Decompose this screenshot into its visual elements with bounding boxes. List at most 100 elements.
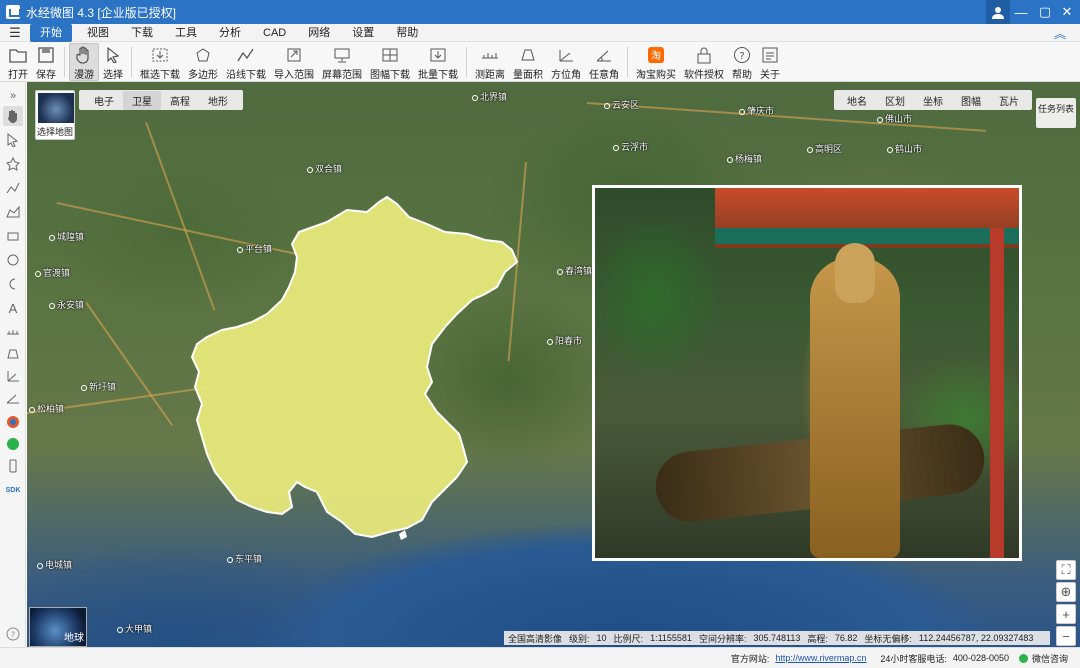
map-view[interactable]: 云安区 肇庆市 云浮市 佛山市 城隍镇 官渡镇 永安镇 新圩镇 松柏镇 阳春市 … [27, 82, 1080, 647]
overlay-tab-sheets[interactable]: 图幅 [952, 91, 990, 110]
phone-app-icon[interactable] [3, 456, 23, 476]
place-label[interactable]: 高明区 [807, 142, 842, 155]
menu-download[interactable]: 下载 [120, 24, 164, 42]
batch-download-button[interactable]: 批量下载 [414, 43, 462, 81]
menu-start[interactable]: 开始 [30, 23, 72, 42]
place-label[interactable]: 北界镇 [472, 90, 507, 103]
locate-icon[interactable]: ⊕ [1056, 582, 1076, 602]
zoom-in-button[interactable]: + [1056, 604, 1076, 624]
place-label[interactable]: 电城镇 [37, 558, 72, 571]
line-download-button[interactable]: 沿线下载 [222, 43, 270, 81]
layer-tab-satellite[interactable]: 卫星 [123, 90, 161, 110]
menu-help[interactable]: 帮助 [385, 24, 429, 42]
any-angle-button[interactable]: 任意角 [585, 43, 623, 81]
about-button[interactable]: 关于 [756, 43, 784, 81]
level-value: 10 [596, 633, 607, 643]
menu-tools[interactable]: 工具 [164, 24, 208, 42]
place-label[interactable]: 杨梅镇 [727, 152, 762, 165]
place-label[interactable]: 肇庆市 [739, 104, 774, 117]
measure-area-side-icon[interactable] [3, 344, 23, 364]
angle-side-icon[interactable] [3, 388, 23, 408]
measure-area-button[interactable]: 量面积 [509, 43, 547, 81]
fullscreen-icon[interactable]: ⛶ [1056, 560, 1076, 580]
import-icon [284, 45, 304, 64]
place-label[interactable]: 云安区 [604, 98, 639, 111]
star-marker-icon[interactable] [3, 154, 23, 174]
box-download-icon [150, 45, 170, 64]
place-label[interactable]: 松柏镇 [29, 402, 64, 415]
hamburger-menu-icon[interactable]: ☰ [0, 25, 30, 41]
menu-view[interactable]: 视图 [76, 24, 120, 42]
angle-icon [594, 45, 614, 64]
place-label[interactable]: 佛山市 [877, 112, 912, 125]
menu-network[interactable]: 网络 [297, 24, 341, 42]
map-type-selector[interactable]: 选择地图 [35, 90, 75, 140]
place-label[interactable]: 新圩镇 [81, 380, 116, 393]
title-bar: 水经微图 4.3 [企业版已授权] — ▢ ✕ [0, 0, 1080, 24]
screen-range-button[interactable]: 屏幕范围 [318, 43, 366, 81]
save-button[interactable]: 保存 [32, 43, 60, 81]
sdk-icon[interactable]: SDK [3, 480, 23, 500]
open-button[interactable]: 打开 [4, 43, 32, 81]
place-label[interactable]: 东平镇 [227, 552, 262, 565]
hotline-label: 24小时客服电话: [880, 653, 947, 664]
sheet-download-button[interactable]: 图幅下载 [366, 43, 414, 81]
import-range-button[interactable]: 导入范围 [270, 43, 318, 81]
task-list-button[interactable]: 任务列表 [1036, 98, 1076, 128]
expand-sidebar-icon[interactable]: » [3, 86, 23, 106]
area-tool-icon[interactable] [3, 202, 23, 222]
polyline-tool-icon[interactable] [3, 178, 23, 198]
overlay-tab-placenames[interactable]: 地名 [838, 91, 876, 110]
zoom-out-button[interactable]: − [1056, 626, 1076, 646]
text-tool-icon[interactable]: A [3, 298, 23, 318]
layer-tab-terrain[interactable]: 地形 [199, 91, 237, 110]
user-icon[interactable] [986, 0, 1010, 24]
minimize-button[interactable]: — [1010, 0, 1032, 24]
menu-analysis[interactable]: 分析 [208, 24, 252, 42]
place-label[interactable]: 平台镇 [237, 242, 272, 255]
polygon-button[interactable]: 多边形 [184, 43, 222, 81]
maximize-button[interactable]: ▢ [1034, 0, 1056, 24]
collapse-ribbon-icon[interactable]: ︽ [1054, 25, 1066, 42]
wechat-consult-link[interactable]: 微信咨询 [1032, 652, 1068, 665]
layer-tab-elevation[interactable]: 高程 [161, 91, 199, 110]
close-button[interactable]: ✕ [1056, 0, 1078, 24]
hand-tool-icon[interactable] [3, 106, 23, 126]
menu-cad[interactable]: CAD [252, 24, 297, 42]
layer-tab-vector[interactable]: 电子 [85, 91, 123, 110]
place-label[interactable]: 云浮市 [613, 140, 648, 153]
overlay-tab-boundaries[interactable]: 区划 [876, 91, 914, 110]
help-button[interactable]: ? 帮助 [728, 43, 756, 81]
place-label[interactable]: 阳春市 [547, 334, 582, 347]
map-type-label: 选择地图 [36, 127, 73, 137]
measure-distance-side-icon[interactable] [3, 322, 23, 342]
menu-settings[interactable]: 设置 [341, 24, 385, 42]
site-link[interactable]: http://www.rivermap.cn [775, 653, 866, 663]
overlay-tab-tiles[interactable]: 瓦片 [990, 91, 1028, 110]
rectangle-tool-icon[interactable] [3, 226, 23, 246]
measure-distance-button[interactable]: 测距离 [471, 43, 509, 81]
place-label[interactable]: 鹤山市 [887, 142, 922, 155]
green-plugin-icon[interactable] [3, 434, 23, 454]
pan-button[interactable]: 漫游 [69, 43, 99, 81]
license-button[interactable]: 软件授权 [680, 43, 728, 81]
overlay-tabs: 地名 区划 坐标 图幅 瓦片 [834, 90, 1032, 110]
china-map-icon[interactable] [3, 412, 23, 432]
place-label[interactable]: 城隍镇 [49, 230, 84, 243]
help-circle-icon[interactable]: ? [3, 624, 23, 644]
globe-view-button[interactable]: 地球 [29, 607, 87, 647]
bearing-button[interactable]: 方位角 [547, 43, 585, 81]
select-tool-icon[interactable] [3, 130, 23, 150]
place-label[interactable]: 大甲镇 [117, 622, 152, 635]
overlay-tab-coordinates[interactable]: 坐标 [914, 91, 952, 110]
place-label[interactable]: 官渡镇 [35, 266, 70, 279]
box-download-button[interactable]: 框选下载 [136, 43, 184, 81]
taobao-buy-button[interactable]: 淘 淘宝购买 [632, 43, 680, 81]
crescent-tool-icon[interactable] [3, 274, 23, 294]
select-button[interactable]: 选择 [99, 43, 127, 81]
place-label[interactable]: 春湾镇 [557, 264, 592, 277]
circle-tool-icon[interactable] [3, 250, 23, 270]
bearing-side-icon[interactable] [3, 366, 23, 386]
place-label[interactable]: 双合镇 [307, 162, 342, 175]
place-label[interactable]: 永安镇 [49, 298, 84, 311]
